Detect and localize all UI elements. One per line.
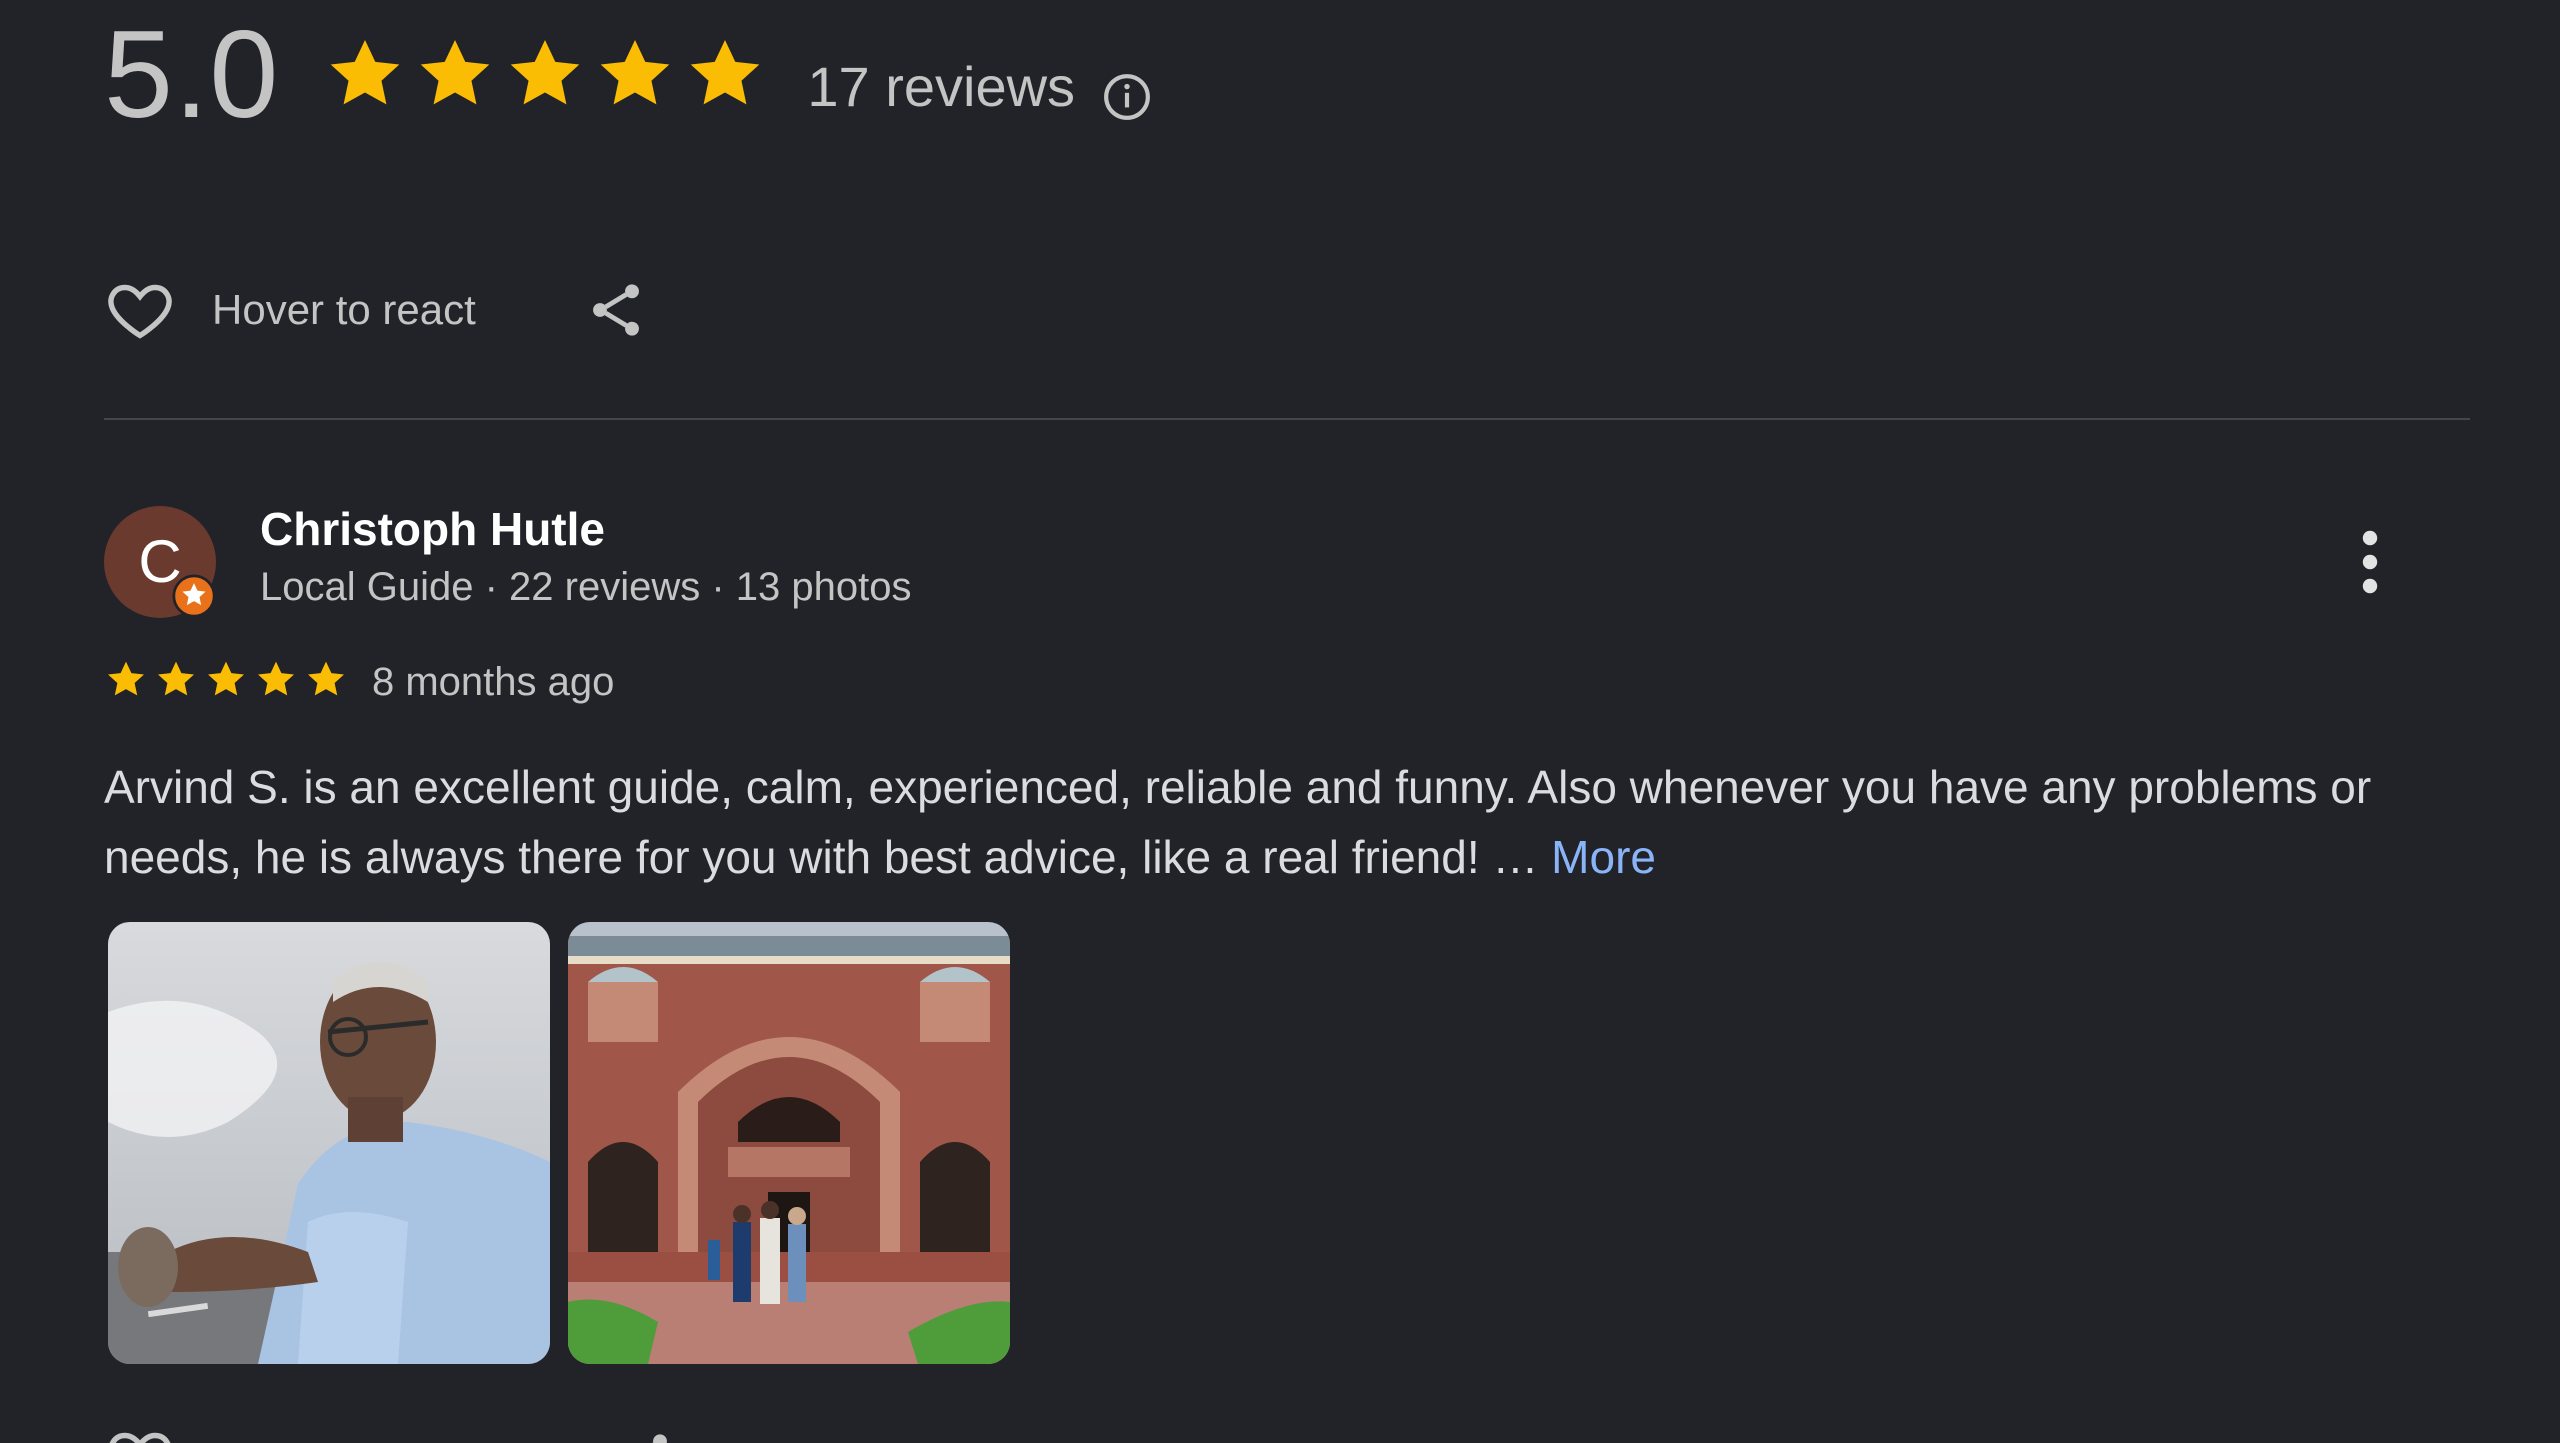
more-link[interactable]: More [1551,831,1656,883]
review-text: Arvind S. is an excellent guide, calm, e… [104,752,2404,892]
review-photo-guide-image [108,922,550,1364]
rating-stars [323,33,767,117]
info-icon[interactable] [1102,72,1152,122]
rating-score: 5.0 [104,6,280,144]
avatar[interactable]: C [104,506,216,618]
react-label[interactable]: Hover to react [212,286,476,334]
heart-outline-icon[interactable] [104,274,176,346]
reviewer-name[interactable]: Christoph Hutle [260,502,605,556]
review-stars [104,658,348,702]
star-icon [258,661,294,696]
review-count-link[interactable]: 17 reviews [807,54,1075,119]
heart-outline-icon[interactable] [104,1422,176,1443]
share-icon[interactable] [584,278,648,342]
star-icon [308,661,344,696]
star-icon [208,661,244,696]
star-icon [601,40,670,105]
review-body: Arvind S. is an excellent guide, calm, e… [104,761,2372,883]
star-icon [421,40,490,105]
star-icon [691,40,760,105]
star-icon [511,40,580,105]
rating-summary: 5.0 17 reviews [104,10,1075,140]
review-time: 8 months ago [372,660,615,704]
star-icon [331,40,400,105]
react-share-row: Hover to react [104,270,648,350]
reviews-panel: 5.0 17 reviews Hover to react C Christop… [0,0,2560,1443]
star-icon [158,661,194,696]
local-guide-star-icon [172,574,216,618]
review-photo-guide[interactable] [108,922,550,1364]
reviewer-meta: Local Guide · 22 reviews · 13 photos [260,565,912,609]
review-photo-monument[interactable] [568,922,1010,1364]
share-icon[interactable] [612,1428,676,1443]
divider [104,418,2470,420]
more-vert-icon[interactable] [2346,526,2394,598]
star-icon [108,661,144,696]
review-photo-monument-image [568,922,1010,1364]
